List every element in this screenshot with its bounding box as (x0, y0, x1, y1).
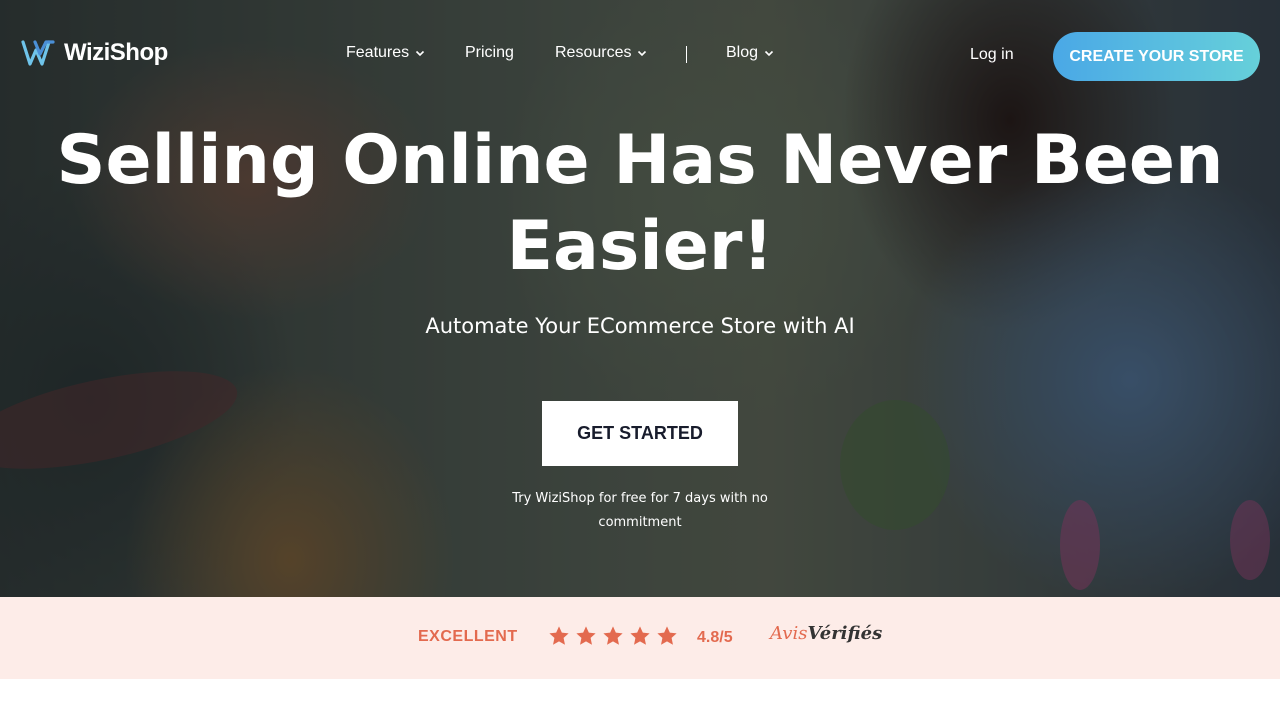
rating-label: EXCELLENT (418, 628, 518, 645)
hero-section: WiziShop Features Pricing Resources Blog… (0, 0, 1280, 597)
star-icon (549, 626, 569, 645)
nav-item-features[interactable]: Features (346, 44, 425, 62)
headline-line-2: Easier! (506, 207, 774, 286)
wizishop-logo-icon (21, 40, 55, 66)
hero-headline: Selling Online Has Never Been Easier! (0, 118, 1280, 290)
hero-subheadline: Automate Your ECommerce Store with AI (425, 314, 855, 338)
wizishop-logo[interactable]: WiziShop (20, 38, 168, 68)
trial-note-line-1: Try WiziShop for free for 7 days with no (512, 491, 768, 506)
login-link[interactable]: Log in (970, 46, 1014, 64)
rating-score: 4.8/5 (697, 629, 733, 646)
avis-verifies-logo-part1: Avis (770, 623, 808, 644)
nav-item-label: Blog (726, 44, 759, 61)
nav-item-pricing[interactable]: Pricing (465, 44, 514, 62)
nav-item-label: Features (346, 44, 410, 61)
create-store-button[interactable]: CREATE YOUR STORE (1053, 32, 1260, 81)
star-icon (657, 626, 677, 645)
nav-item-blog[interactable]: Blog (726, 44, 774, 62)
trial-note: Try WiziShop for free for 7 days with no… (490, 487, 790, 535)
star-icon (630, 626, 650, 645)
trial-note-line-2: commitment (598, 515, 682, 530)
chevron-down-icon (416, 50, 425, 57)
top-navigation: WiziShop Features Pricing Resources Blog… (0, 0, 1280, 110)
reviews-band: EXCELLENT 4.8/5 AvisVérifiés (0, 597, 1280, 679)
headline-line-1: Selling Online Has Never Been (56, 121, 1224, 200)
chevron-down-icon (638, 50, 647, 57)
nav-item-label: Resources (555, 44, 632, 61)
star-icon (576, 626, 596, 645)
get-started-button[interactable]: GET STARTED (542, 401, 738, 466)
nav-item-label: Pricing (465, 44, 514, 61)
avis-verifies-logo-part2: Vérifiés (807, 623, 883, 644)
star-icon (603, 626, 623, 645)
avis-verifies-logo[interactable]: AvisVérifiés (770, 623, 882, 644)
brand-name: WiziShop (64, 39, 168, 66)
nav-divider (686, 46, 687, 63)
rating-stars (548, 625, 678, 647)
chevron-down-icon (764, 50, 774, 57)
nav-item-resources[interactable]: Resources (555, 44, 647, 62)
